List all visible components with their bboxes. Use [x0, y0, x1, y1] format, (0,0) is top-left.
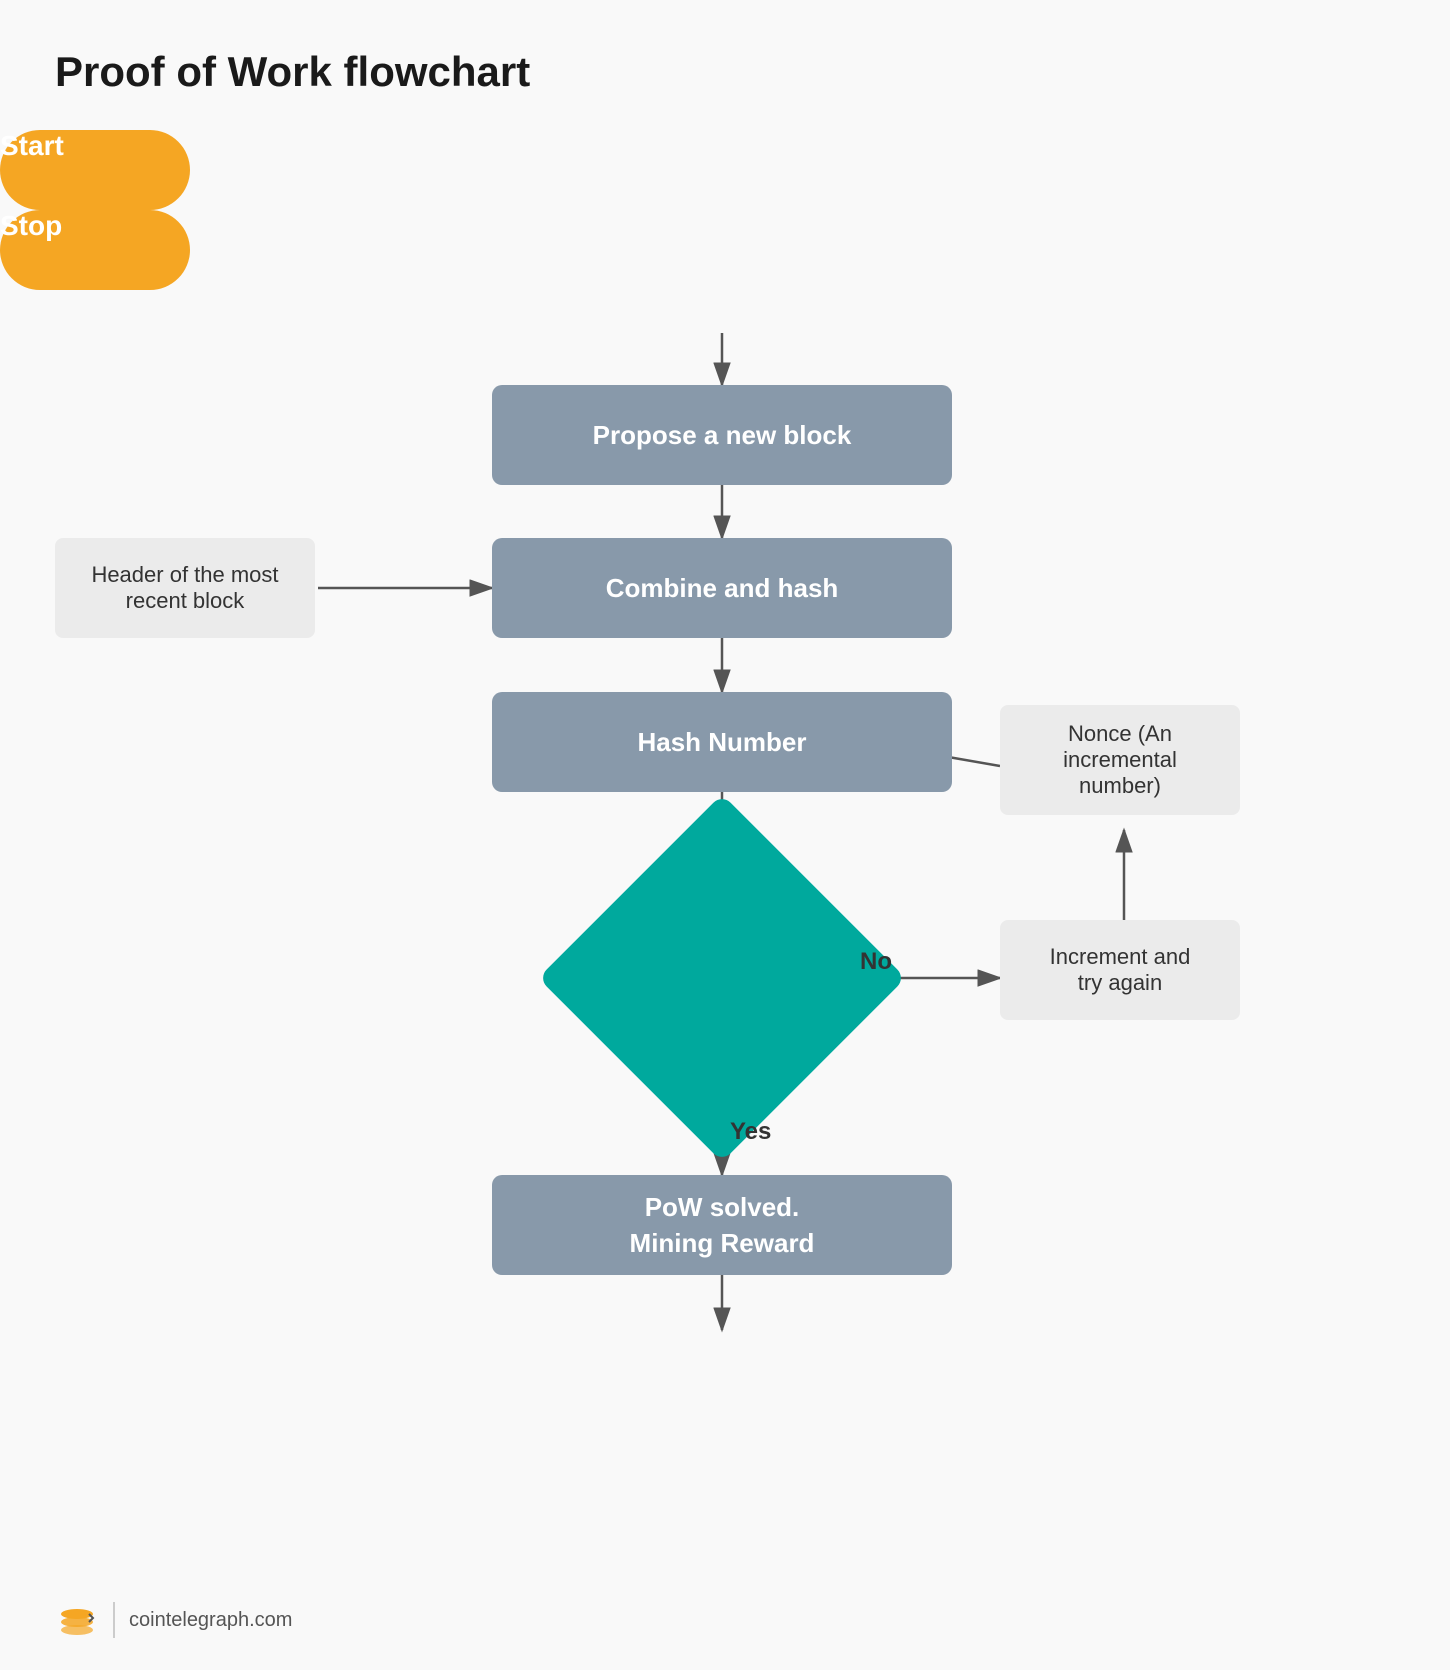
- stop-oval: Stop: [0, 210, 190, 290]
- page-title: Proof of Work flowchart: [55, 48, 530, 96]
- footer-divider: [113, 1602, 115, 1638]
- footer-site: cointelegraph.com: [129, 1609, 292, 1632]
- start-oval: Start: [0, 130, 190, 210]
- footer-logo-icon: [55, 1598, 99, 1642]
- header-note-box: Header of the most recent block: [55, 538, 315, 638]
- increment-note-box: Increment and try again: [1000, 920, 1240, 1020]
- yes-label: Yes: [730, 1118, 771, 1146]
- decision-diamond: [538, 794, 906, 1162]
- pow-solved-box: PoW solved. Mining Reward: [492, 1175, 952, 1275]
- footer: cointelegraph.com: [55, 1598, 292, 1642]
- combine-hash-box: Combine and hash: [492, 538, 952, 638]
- no-label: No: [860, 948, 892, 976]
- nonce-note-box: Nonce (An incremental number): [1000, 705, 1240, 815]
- diamond-wrap: Hash value >Target Value: [592, 848, 852, 1108]
- propose-block-box: Propose a new block: [492, 385, 952, 485]
- flowchart: Start Propose a new block Header of the …: [0, 130, 1450, 1630]
- hash-number-box: Hash Number: [492, 692, 952, 792]
